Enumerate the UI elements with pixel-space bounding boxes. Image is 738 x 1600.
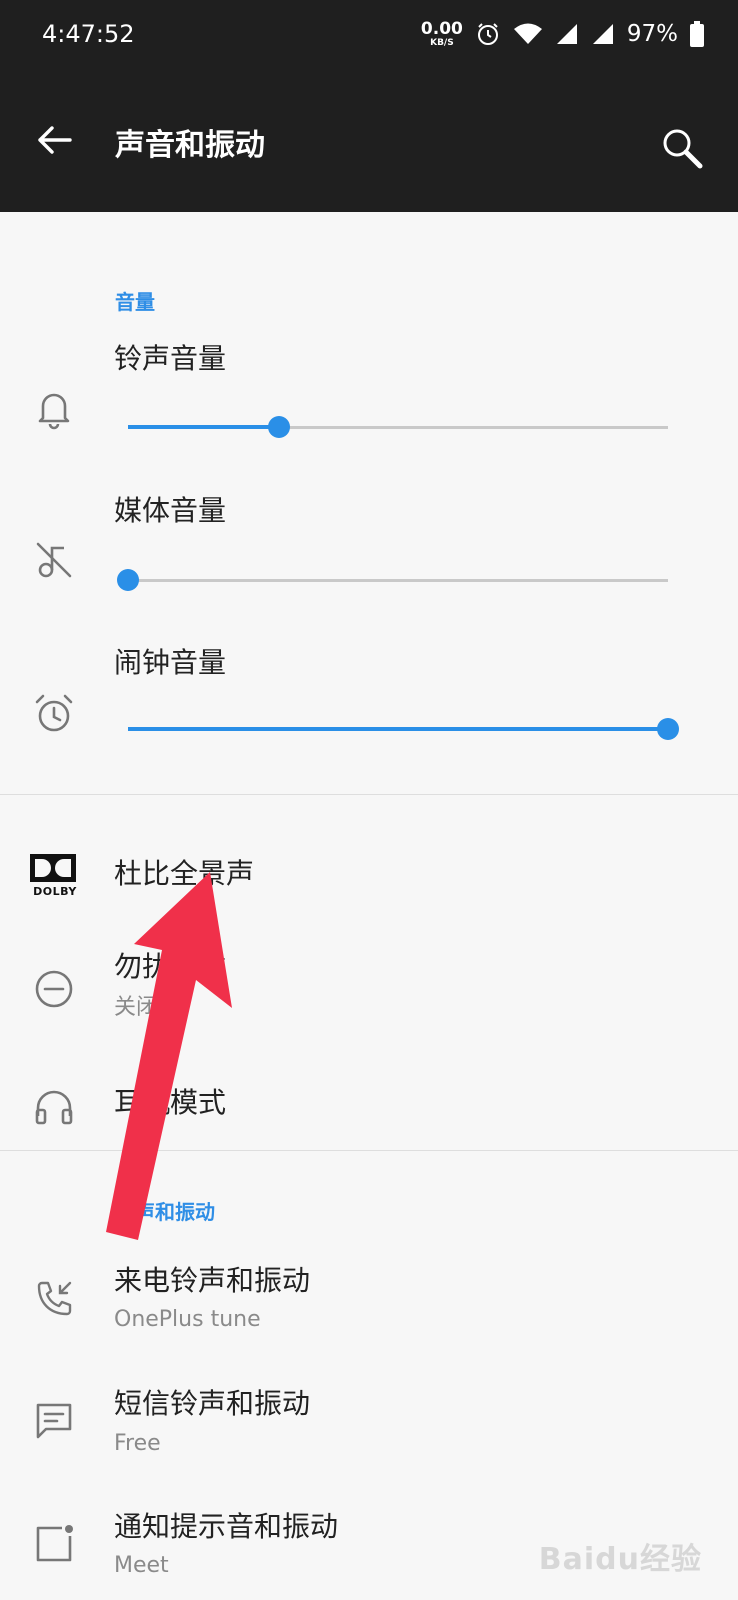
section-header-ringtone: 铃声和振动 xyxy=(115,1200,215,1224)
earphone-title: 耳机模式 xyxy=(114,1086,227,1119)
call-ringtone-title: 来电铃声和振动 xyxy=(114,1264,311,1297)
slider-track xyxy=(128,579,668,582)
signal-icon xyxy=(556,24,577,44)
annotation-arrow xyxy=(106,872,232,1240)
sms-ringtone-subtitle: Free xyxy=(114,1431,161,1456)
status-time: 4:47:52 xyxy=(42,20,135,48)
incoming-call-icon xyxy=(37,1281,72,1316)
section-header-volume: 音量 xyxy=(115,290,155,314)
network-speed-value: 0.00 xyxy=(420,18,463,39)
dnd-title: 勿扰模式 xyxy=(114,950,227,983)
watermark: Baidu经验 xyxy=(538,1542,702,1577)
alarm-volume-label: 闹钟音量 xyxy=(114,646,227,679)
call-ringtone-subtitle: OnePlus tune xyxy=(114,1307,261,1332)
media-volume-label: 媒体音量 xyxy=(114,494,227,527)
network-speed: 0.00 KB/S xyxy=(420,18,463,48)
signal-icon xyxy=(592,24,613,44)
back-arrow-icon[interactable] xyxy=(30,116,78,164)
page-title: 声音和振动 xyxy=(115,128,265,163)
slider-thumb[interactable] xyxy=(117,569,139,591)
music-off-icon xyxy=(36,542,72,578)
battery-icon xyxy=(690,21,704,47)
status-bar: 4:47:52 0.00 KB/S 97% xyxy=(0,0,738,70)
alarm-clock-icon xyxy=(35,694,73,732)
do-not-disturb-icon xyxy=(35,970,73,1008)
media-volume-slider[interactable] xyxy=(116,565,680,595)
network-speed-unit: KB/S xyxy=(430,37,454,48)
status-icons: 0.00 KB/S 97% xyxy=(421,14,704,54)
divider xyxy=(0,1150,738,1151)
ring-volume-slider[interactable] xyxy=(116,412,680,442)
sms-ringtone-title: 短信铃声和振动 xyxy=(114,1387,311,1420)
dnd-subtitle: 关闭 xyxy=(114,995,159,1020)
slider-fill xyxy=(128,425,280,429)
wifi-icon xyxy=(513,23,542,44)
notification-ringtone-title: 通知提示音和振动 xyxy=(114,1510,339,1543)
dolby-title: 杜比全景声 xyxy=(114,857,255,890)
slider-thumb[interactable] xyxy=(657,718,679,740)
headphones-icon xyxy=(35,1090,73,1125)
notification-icon xyxy=(36,1525,73,1562)
app-bar: 声音和振动 xyxy=(0,70,738,212)
notification-ringtone-subtitle: Meet xyxy=(114,1553,169,1578)
ring-volume-label: 铃声音量 xyxy=(114,342,227,375)
bell-icon xyxy=(38,393,70,430)
dolby-icon-text: DOLBY xyxy=(33,885,77,898)
message-icon xyxy=(36,1403,72,1439)
slider-thumb[interactable] xyxy=(268,416,291,438)
alarm-icon xyxy=(477,23,498,45)
battery-percent: 97% xyxy=(626,21,678,47)
divider xyxy=(0,794,738,795)
slider-fill xyxy=(128,727,668,731)
alarm-volume-slider[interactable] xyxy=(116,714,680,744)
search-icon[interactable] xyxy=(660,126,704,170)
